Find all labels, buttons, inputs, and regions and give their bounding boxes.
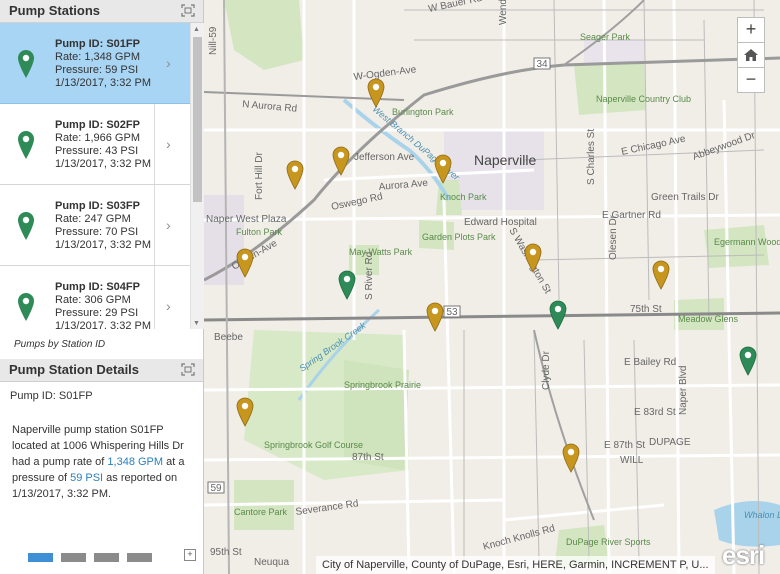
pager-dot-1[interactable] (28, 553, 53, 562)
pager-dot-2[interactable] (61, 553, 86, 562)
scroll-up-icon[interactable]: ▲ (193, 26, 200, 33)
chevron-right-icon[interactable]: › (166, 298, 171, 314)
station-marker[interactable] (562, 443, 580, 473)
map-pin-icon (18, 212, 34, 240)
station-info: Pump ID: S03FP Rate: 247 GPM Pressure: 7… (55, 200, 151, 252)
expand-icon[interactable] (181, 4, 195, 17)
station-item-s02fp[interactable]: Pump ID: S02FP Rate: 1,966 GPM Pressure:… (0, 104, 190, 185)
detail-rate: 1,348 GPM (107, 456, 164, 468)
station-list-scrollbar[interactable]: ▲ ▼ (190, 23, 204, 329)
sidebar: Pump Stations Pump ID: S01FP Rate: 1,348… (0, 0, 204, 574)
station-time: 1/13/2017, 3:32 PM (55, 158, 152, 170)
pump-stations-header: Pump Stations (0, 0, 203, 23)
divider (154, 266, 155, 329)
station-marker[interactable] (236, 397, 254, 427)
home-button[interactable] (737, 42, 765, 68)
pump-stations-title: Pump Stations (9, 3, 101, 18)
station-info: Pump ID: S04FP Rate: 306 GPM Pressure: 2… (55, 281, 151, 329)
station-rate: Rate: 306 GPM (55, 294, 131, 306)
chevron-right-icon[interactable]: › (166, 55, 171, 71)
station-id: Pump ID: S04FP (55, 281, 140, 293)
station-item-s04fp[interactable]: Pump ID: S04FP Rate: 306 GPM Pressure: 2… (0, 266, 190, 329)
chevron-right-icon[interactable]: › (166, 217, 171, 233)
scrollbar-thumb[interactable] (193, 37, 202, 202)
list-caption: Pumps by Station ID (14, 339, 106, 350)
station-time: 1/13/2017, 3:32 PM (55, 320, 152, 329)
zoom-out-button[interactable]: − (737, 67, 765, 93)
scroll-down-icon[interactable]: ▼ (193, 320, 200, 327)
station-list: Pump ID: S01FP Rate: 1,348 GPM Pressure:… (0, 23, 190, 329)
zoom-in-button[interactable]: + (737, 17, 765, 43)
station-id: Pump ID: S01FP (55, 38, 140, 50)
station-marker[interactable] (332, 146, 350, 176)
station-marker[interactable] (549, 300, 567, 330)
station-pressure: Pressure: 29 PSI (55, 307, 139, 319)
add-panel-button[interactable]: + (184, 549, 196, 561)
station-rate: Rate: 1,966 GPM (55, 132, 140, 144)
station-marker[interactable] (367, 78, 385, 108)
station-marker[interactable] (434, 154, 452, 184)
divider (154, 23, 155, 103)
divider (154, 104, 155, 184)
expand-icon[interactable] (181, 363, 195, 376)
station-id: Pump ID: S03FP (55, 200, 140, 212)
pager-dot-4[interactable] (127, 553, 152, 562)
station-marker[interactable] (236, 248, 254, 278)
station-item-s03fp[interactable]: Pump ID: S03FP Rate: 247 GPM Pressure: 7… (0, 185, 190, 266)
map-pin-icon (18, 50, 34, 78)
map-pin-icon (18, 131, 34, 159)
station-marker-selected[interactable] (338, 270, 356, 300)
map-pin-icon (18, 293, 34, 321)
chevron-right-icon[interactable]: › (166, 136, 171, 152)
station-time: 1/13/2017, 3:32 PM (55, 239, 152, 251)
details-title: Pump Station Details (9, 362, 140, 377)
home-icon (744, 49, 758, 61)
station-pressure: Pressure: 59 PSI (55, 64, 139, 76)
station-marker[interactable] (652, 260, 670, 290)
station-marker[interactable] (426, 302, 444, 332)
map-view[interactable]: 34 53 59 W Bauer Rd N Aurora Rd W-Ogden-… (204, 0, 780, 574)
station-pressure: Pressure: 70 PSI (55, 226, 139, 238)
panel-pager (28, 549, 160, 567)
station-item-s01fp[interactable]: Pump ID: S01FP Rate: 1,348 GPM Pressure:… (0, 23, 190, 104)
station-marker[interactable] (739, 346, 757, 376)
station-pressure: Pressure: 43 PSI (55, 145, 139, 157)
station-marker[interactable] (524, 243, 542, 273)
station-rate: Rate: 1,348 GPM (55, 51, 140, 63)
details-header: Pump Station Details (0, 359, 203, 382)
map-attribution: City of Naperville, County of DuPage, Es… (316, 556, 715, 574)
pager-dot-3[interactable] (94, 553, 119, 562)
station-time: 1/13/2017, 3:32 PM (55, 77, 152, 89)
station-info: Pump ID: S02FP Rate: 1,966 GPM Pressure:… (55, 119, 151, 171)
station-markers (236, 78, 757, 473)
station-rate: Rate: 247 GPM (55, 213, 131, 225)
divider (154, 185, 155, 265)
station-marker[interactable] (286, 160, 304, 190)
station-id: Pump ID: S02FP (55, 119, 140, 131)
station-info: Pump ID: S01FP Rate: 1,348 GPM Pressure:… (55, 38, 151, 90)
detail-description: Naperville pump station S01FP located at… (12, 422, 192, 502)
esri-logo[interactable]: esri (722, 540, 765, 571)
detail-pump-id: Pump ID: S01FP (10, 390, 93, 402)
detail-pressure: 59 PSI (70, 472, 104, 484)
